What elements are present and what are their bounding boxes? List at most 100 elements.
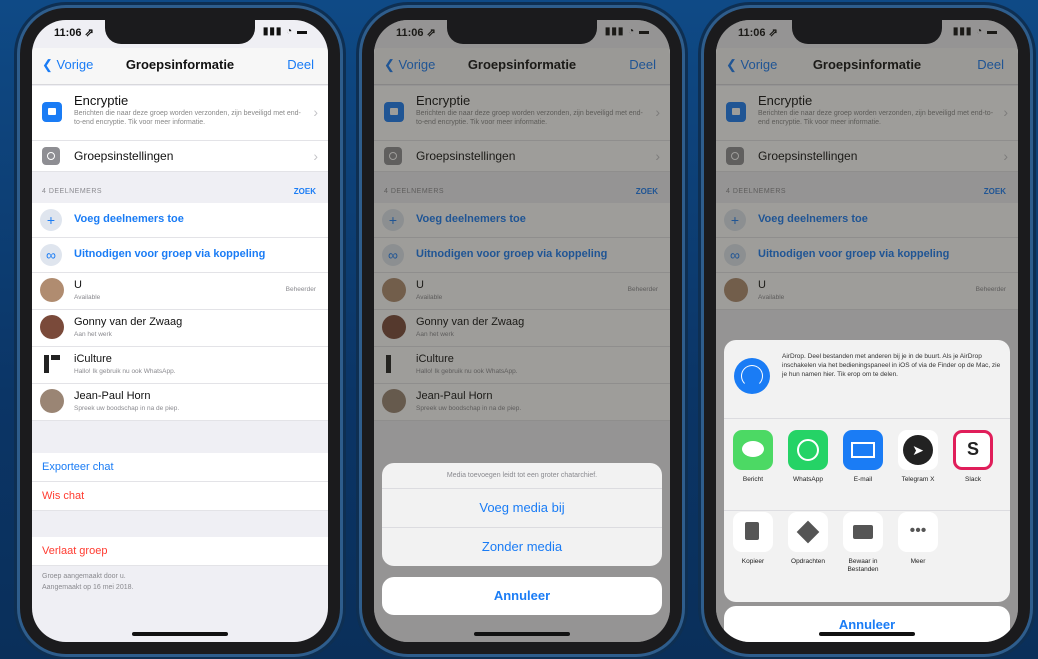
avatar — [40, 352, 64, 376]
participants-count: 4 DEELNEMERS — [42, 188, 103, 195]
share-action-more[interactable]: ••• Meer — [895, 512, 941, 566]
share-app-slack[interactable]: S Slack — [950, 430, 996, 484]
airdrop-icon — [734, 358, 770, 394]
avatar — [40, 278, 64, 302]
share-app-label: Slack — [965, 476, 981, 483]
member-row[interactable]: U Available Beheerder — [32, 273, 328, 310]
media-sheet-message: Media toevoegen leidt tot een groter cha… — [382, 463, 662, 489]
mail-icon — [843, 430, 883, 470]
home-indicator[interactable] — [819, 632, 915, 636]
home-indicator[interactable] — [132, 632, 228, 636]
member-status: Aan het werk — [74, 331, 112, 338]
member-name: Jean-Paul Horn — [74, 390, 151, 402]
slack-icon: S — [953, 430, 993, 470]
export-media-sheet: Media toevoegen leidt tot een groter cha… — [382, 463, 662, 566]
phone-group-info: 11:06 ⇗ ▮▮▮ ◔ ▬ ❮ Vorige Groepsinformati… — [20, 8, 340, 654]
share-app-mail[interactable]: E-mail — [840, 430, 886, 484]
share-action-copy[interactable]: Kopieer — [730, 512, 776, 566]
iculture-logo-mark — [51, 355, 60, 360]
share-app-label: Bericht — [742, 476, 764, 483]
member-status: Hallo! Ik gebruik nu ook WhatsApp. — [74, 368, 176, 375]
screen: 11:06 ⇗ ▮▮▮ ◔ ▬ ❮ Vorige Groepsinformati… — [32, 20, 328, 642]
footer-created-on: Aangemaakt op 16 mei 2018. — [42, 584, 134, 591]
lock-icon — [42, 102, 62, 122]
share-action-label: Opdrachten — [791, 558, 825, 565]
clear-chat-row[interactable]: Wis chat — [32, 482, 328, 511]
notch — [792, 20, 942, 44]
nav-bar: ❮ Vorige Groepsinformatie Deel — [32, 48, 328, 85]
avatar — [40, 315, 64, 339]
share-app-label: E-mail — [853, 476, 873, 483]
share-actions-row: Kopieer Opdrachten Bewaar in Bestanden •… — [724, 512, 1010, 592]
share-app-whatsapp[interactable]: WhatsApp — [785, 430, 831, 484]
shortcuts-icon — [788, 512, 828, 552]
without-media-button[interactable]: Zonder media — [382, 528, 662, 566]
encryption-title: Encryptie — [74, 93, 129, 108]
add-participants-label: Voeg deelnemers toe — [74, 213, 184, 225]
share-action-label: Meer — [910, 558, 926, 565]
cancel-button[interactable]: Annuleer — [724, 606, 1010, 642]
group-settings-label: Groepsinstellingen — [74, 149, 174, 163]
messages-icon — [733, 430, 773, 470]
clear-chat-label: Wis chat — [42, 490, 85, 502]
add-participants-row[interactable]: + Voeg deelnemers toe — [32, 203, 328, 238]
invite-link-row[interactable]: ∞ Uitnodigen voor groep via koppeling — [32, 238, 328, 273]
encryption-description: Berichten die naar deze groep worden ver… — [74, 110, 301, 126]
footer-created-by: Groep aangemaakt door u. — [42, 573, 126, 580]
share-app-messages[interactable]: Bericht — [730, 430, 776, 484]
settings-icon — [42, 147, 60, 165]
cancel-button[interactable]: Annuleer — [382, 577, 662, 615]
member-name: iCulture — [74, 353, 112, 365]
share-app-telegram[interactable]: ➤ Telegram X — [895, 430, 941, 484]
section-gap — [32, 511, 328, 537]
participants-section-header: 4 DEELNEMERS ZOEK — [32, 172, 328, 202]
link-icon: ∞ — [40, 244, 62, 266]
export-chat-label: Exporteer chat — [42, 461, 114, 473]
member-name: Gonny van der Zwaag — [74, 316, 183, 328]
member-row[interactable]: iCulture Hallo! Ik gebruik nu ook WhatsA… — [32, 347, 328, 384]
copy-icon — [733, 512, 773, 552]
airdrop-panel: AirDrop. Deel bestanden met anderen bij … — [724, 340, 1010, 419]
group-settings-row[interactable]: Groepsinstellingen › — [32, 141, 328, 172]
share-action-label: Kopieer — [741, 558, 765, 565]
share-button[interactable]: Deel — [287, 57, 314, 72]
whatsapp-icon — [788, 430, 828, 470]
folder-icon — [843, 512, 883, 552]
screen: 11:06 ⇗ ▮▮▮ ◔ ▬ ❮ Vorige Groepsinformati… — [374, 20, 670, 642]
screen: 11:06 ⇗ ▮▮▮ ◔ ▬ ❮ Vorige Groepsinformati… — [716, 20, 1018, 642]
export-chat-row[interactable]: Exporteer chat — [32, 453, 328, 482]
share-action-shortcuts[interactable]: Opdrachten — [785, 512, 831, 566]
more-icon: ••• — [898, 512, 938, 552]
home-indicator[interactable] — [474, 632, 570, 636]
leave-group-label: Verlaat groep — [42, 545, 108, 557]
encryption-row[interactable]: Encryptie Berichten die naar deze groep … — [32, 86, 328, 141]
share-action-save-files[interactable]: Bewaar in Bestanden — [840, 512, 886, 574]
member-status: Available — [74, 294, 101, 301]
member-name: U — [74, 279, 82, 291]
share-sheet: AirDrop. Deel bestanden met anderen bij … — [724, 340, 1010, 602]
phone-export-media-prompt: 11:06 ⇗ ▮▮▮ ◔ ▬ ❮ Vorige Groepsinformati… — [362, 8, 682, 654]
plus-icon: + — [40, 209, 62, 231]
avatar — [40, 389, 64, 413]
page-title: Groepsinformatie — [125, 57, 235, 72]
attach-media-button[interactable]: Voeg media bij — [382, 489, 662, 528]
share-action-label: Bewaar in Bestanden — [847, 558, 879, 573]
share-apps-row: Bericht WhatsApp E-mail ➤ Telegram X S S… — [724, 430, 1010, 511]
signal-wifi-battery-icon: ▮▮▮ ◔ ▬ — [262, 26, 308, 37]
status-time: 11:06 ⇗ — [54, 27, 94, 39]
section-gap — [32, 421, 328, 453]
phone-share-sheet: 11:06 ⇗ ▮▮▮ ◔ ▬ ❮ Vorige Groepsinformati… — [704, 8, 1030, 654]
notch — [447, 20, 597, 44]
share-app-label: Telegram X — [901, 476, 935, 483]
chevron-right-icon: › — [313, 104, 318, 120]
member-row[interactable]: Gonny van der Zwaag Aan het werk — [32, 310, 328, 347]
chevron-right-icon: › — [313, 148, 318, 164]
iculture-logo-icon — [44, 355, 49, 373]
search-participants-button[interactable]: ZOEK — [294, 187, 316, 196]
member-status: Spreek uw boodschap in na de piep. — [74, 405, 180, 412]
telegram-icon: ➤ — [898, 430, 938, 470]
member-row[interactable]: Jean-Paul Horn Spreek uw boodschap in na… — [32, 384, 328, 421]
invite-link-label: Uitnodigen voor groep via koppeling — [74, 248, 266, 260]
notch — [105, 20, 255, 44]
leave-group-row[interactable]: Verlaat groep — [32, 537, 328, 566]
